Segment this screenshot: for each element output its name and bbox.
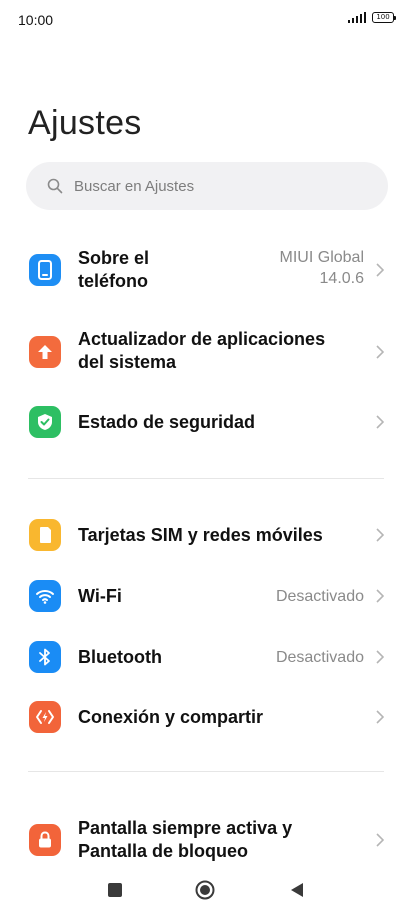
search-input[interactable]	[72, 176, 356, 196]
setting-security-status[interactable]: Estado de seguridad	[0, 400, 414, 444]
signal-icon	[347, 12, 366, 23]
search-bar[interactable]	[26, 162, 388, 210]
triangle-back-icon[interactable]	[288, 881, 306, 899]
wifi-icon	[29, 580, 61, 612]
setting-value: MIUI Global 14.0.6	[279, 249, 364, 287]
status-icons: 100	[347, 12, 396, 23]
setting-label: Pantalla siempre activa y Pantalla de bl…	[78, 818, 293, 861]
sim-card-icon	[29, 519, 61, 551]
page-title: Ajustes	[28, 104, 142, 142]
search-icon	[46, 177, 64, 195]
arrow-up-icon	[29, 336, 61, 368]
chevron-right-icon	[374, 832, 386, 848]
chevron-right-icon	[374, 649, 386, 665]
battery-icon: 100	[372, 12, 396, 23]
setting-label: Sobre el teléfono	[78, 248, 150, 291]
setting-sim-networks[interactable]: Tarjetas SIM y redes móviles	[0, 513, 414, 557]
circle-icon[interactable]	[195, 880, 215, 900]
setting-label: Tarjetas SIM y redes móviles	[78, 525, 323, 545]
setting-label: Conexión y compartir	[78, 707, 264, 727]
chevron-right-icon	[374, 709, 386, 725]
divider	[28, 478, 384, 479]
setting-label: Wi-Fi	[78, 586, 122, 606]
setting-value: Desactivado	[275, 649, 364, 666]
status-bar: 10:00 100	[0, 0, 414, 40]
chevron-right-icon	[374, 344, 386, 360]
status-time: 10:00	[18, 12, 54, 28]
setting-label: Actualizador de aplicaciones del sistema	[78, 329, 326, 372]
setting-about-phone[interactable]: Sobre el teléfono MIUI Global 14.0.6	[0, 242, 414, 298]
chevron-right-icon	[374, 588, 386, 604]
chevron-right-icon	[374, 262, 386, 278]
battery-level: 100	[376, 13, 390, 21]
bluetooth-icon	[29, 641, 61, 673]
setting-bluetooth[interactable]: Bluetooth Desactivado	[0, 635, 414, 679]
square-icon[interactable]	[108, 883, 122, 897]
setting-value: Desactivado	[275, 588, 364, 605]
setting-always-on-lock-screen[interactable]: Pantalla siempre activa y Pantalla de bl…	[0, 812, 414, 868]
setting-system-app-updater[interactable]: Actualizador de aplicaciones del sistema	[0, 324, 414, 380]
chevron-right-icon	[374, 527, 386, 543]
setting-label: Bluetooth	[78, 647, 162, 667]
setting-label: Estado de seguridad	[78, 412, 256, 432]
lock-icon	[29, 824, 61, 856]
chevron-right-icon	[374, 414, 386, 430]
share-connection-icon	[29, 701, 61, 733]
navigation-bar	[0, 870, 414, 920]
phone-icon	[29, 254, 61, 286]
setting-wifi[interactable]: Wi-Fi Desactivado	[0, 574, 414, 618]
divider	[28, 771, 384, 772]
shield-check-icon	[29, 406, 61, 438]
setting-connection-sharing[interactable]: Conexión y compartir	[0, 695, 414, 739]
